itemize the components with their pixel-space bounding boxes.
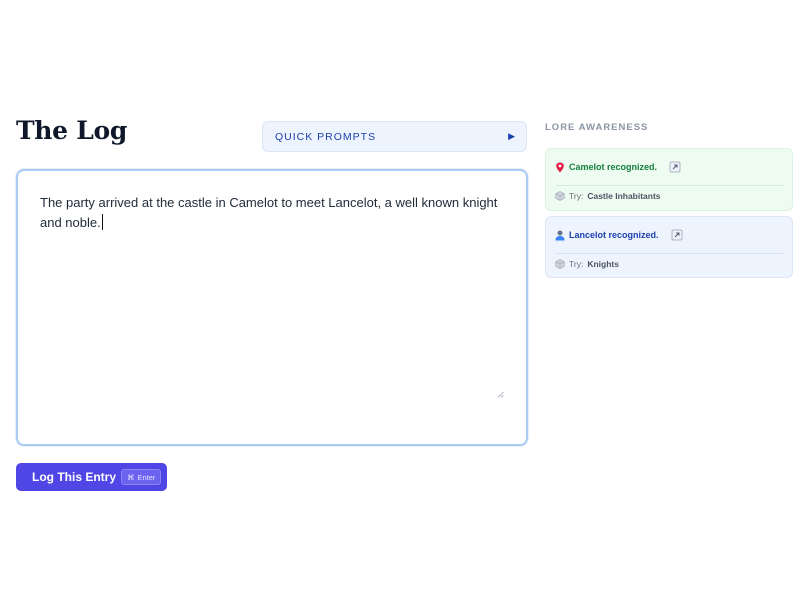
card-divider	[555, 185, 783, 186]
try-suggestion-value: Castle Inhabitants	[587, 191, 661, 201]
lore-card-lancelot: Lancelot recognized. Try: Knights	[545, 216, 793, 278]
lore-awareness-heading: LORE AWARENESS	[545, 122, 649, 133]
try-prefix: Try:	[569, 259, 584, 269]
log-entry-textarea[interactable]: The party arrived at the castle in Camel…	[16, 169, 528, 446]
try-prefix: Try:	[569, 191, 584, 201]
keyboard-shortcut-badge: ⌘ Enter	[121, 469, 162, 485]
lore-card-camelot: Camelot recognized. Try: Castle Inhabita…	[545, 148, 793, 211]
lore-card-header: Lancelot recognized.	[555, 229, 683, 241]
lore-card-suggestion[interactable]: Try: Castle Inhabitants	[555, 191, 661, 201]
map-pin-icon	[556, 162, 564, 172]
lore-card-header: Camelot recognized.	[555, 161, 681, 173]
log-entry-text: The party arrived at the castle in Camel…	[40, 193, 508, 233]
command-key-icon: ⌘	[127, 472, 135, 482]
page-title: The Log	[16, 116, 128, 145]
open-external-icon[interactable]	[671, 229, 683, 241]
lore-card-suggestion[interactable]: Try: Knights	[555, 259, 619, 269]
dice-icon	[555, 259, 565, 269]
quick-prompts-label: QUICK PROMPTS	[275, 130, 377, 143]
card-divider	[555, 253, 783, 254]
person-icon	[555, 230, 565, 240]
shortcut-key-label: Enter	[137, 472, 156, 482]
open-external-icon[interactable]	[669, 161, 681, 173]
quick-prompts-toggle[interactable]: QUICK PROMPTS ▶	[262, 121, 527, 152]
log-entry-button-label: Log This Entry	[32, 470, 116, 484]
lore-card-text: Lancelot recognized.	[569, 230, 659, 240]
lore-card-text: Camelot recognized.	[569, 162, 658, 172]
play-triangle-icon: ▶	[508, 131, 515, 141]
try-suggestion-value: Knights	[587, 259, 619, 269]
resize-handle-icon[interactable]	[497, 391, 504, 398]
log-entry-content: The party arrived at the castle in Camel…	[40, 195, 498, 230]
dice-icon	[555, 191, 565, 201]
log-entry-button[interactable]: Log This Entry ⌘ Enter	[16, 463, 167, 491]
text-caret	[101, 214, 103, 230]
